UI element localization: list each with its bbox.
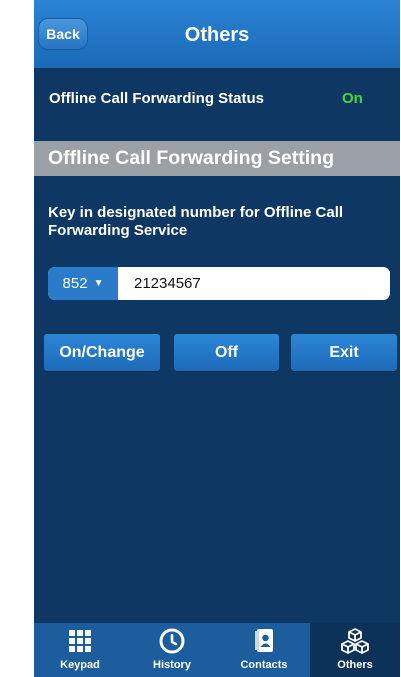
tab-keypad[interactable]: Keypad [34, 623, 126, 677]
instruction-text: Key in designated number for Offline Cal… [48, 204, 344, 239]
on-change-button[interactable]: On/Change [44, 334, 160, 371]
clock-icon [159, 628, 185, 654]
forwarding-status-value: On [342, 90, 363, 107]
tab-contacts[interactable]: Contacts [218, 623, 310, 677]
forwarding-number-input[interactable] [118, 267, 390, 300]
dropdown-arrow-icon: ▼ [93, 278, 104, 289]
forwarding-status-row: Offline Call Forwarding Status On [34, 82, 400, 118]
keypad-icon [69, 630, 91, 652]
exit-button[interactable]: Exit [291, 334, 397, 371]
contacts-book-icon [255, 629, 273, 652]
navigation-bar: Back Others [34, 0, 400, 68]
section-header: Offline Call Forwarding Setting [34, 141, 400, 176]
app-screen: Back Others Offline Call Forwarding Stat… [34, 0, 400, 677]
forwarding-status-label: Offline Call Forwarding Status [49, 90, 265, 107]
tab-keypad-label: Keypad [60, 659, 100, 671]
off-button[interactable]: Off [174, 334, 279, 371]
page-title: Others [184, 24, 250, 46]
tab-bar: Keypad History Contacts Others [34, 623, 400, 677]
cubes-icon [341, 628, 369, 654]
tab-history-label: History [153, 659, 191, 671]
phone-number-field: 852 ▼ [48, 267, 390, 300]
country-code-select[interactable]: 852 ▼ [48, 267, 118, 300]
tab-others[interactable]: Others [310, 623, 400, 677]
tab-history[interactable]: History [126, 623, 218, 677]
country-code-value: 852 [62, 275, 88, 292]
tab-others-label: Others [337, 659, 373, 671]
tab-contacts-label: Contacts [240, 659, 288, 671]
section-title: Offline Call Forwarding Setting [48, 147, 335, 169]
